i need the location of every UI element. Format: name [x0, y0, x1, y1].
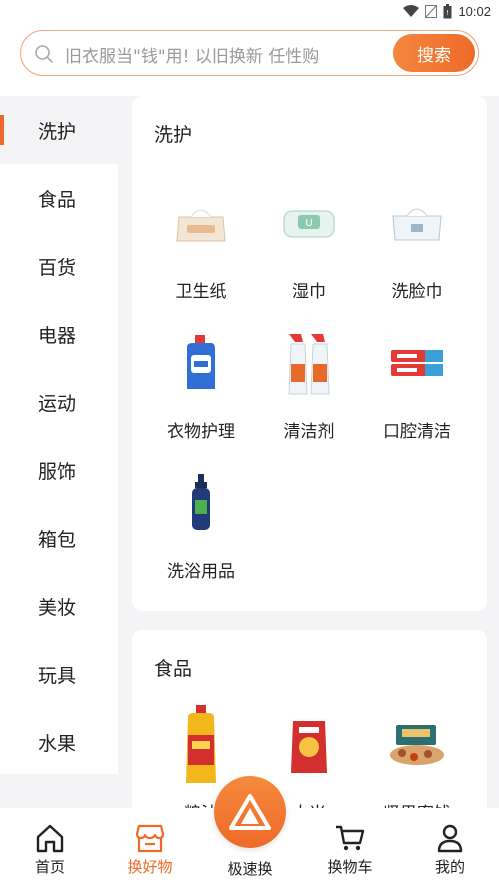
category-label: 洗浴用品: [167, 562, 235, 582]
sidebar-item-washcare[interactable]: 洗护: [0, 96, 118, 164]
sidebar-item-fruit[interactable]: 水果: [0, 708, 118, 776]
search-input[interactable]: 旧衣服当"钱"用! 以旧换新 任性购 搜索: [20, 30, 479, 76]
sidebar-item-label: 服饰: [38, 460, 77, 483]
sidebar-item-general-goods[interactable]: 百货: [0, 232, 118, 300]
tab-label: 我的: [434, 858, 465, 876]
svg-text:U: U: [305, 218, 312, 229]
category-item-laundry-care[interactable]: 衣物护理: [132, 328, 250, 458]
fast-exchange-icon: [229, 794, 271, 830]
category-item-toilet-paper[interactable]: 卫生纸: [132, 188, 250, 318]
svg-text:!: !: [447, 9, 450, 17]
spray-bottle-icon: [279, 328, 339, 398]
signal-icon: [425, 4, 438, 18]
category-sidebar: 洗护 食品 百货 电器 运动 服饰 箱包 美妆 玩具 水果: [0, 96, 118, 774]
cart-icon: [336, 825, 365, 851]
tissue-box-icon: [171, 188, 231, 258]
search-placeholder: 旧衣服当"钱"用! 以旧换新 任性购: [65, 47, 320, 67]
section-card-washcare: 洗护 卫生纸 U 湿巾 洗脸巾 衣物护理 清洁剂 口腔清洁 洗浴用品: [132, 96, 487, 611]
search-header: 旧衣服当"钱"用! 以旧换新 任性购 搜索: [0, 22, 499, 96]
active-indicator: [0, 115, 4, 145]
tab-label: 首页: [34, 858, 65, 876]
category-label: 洗脸巾: [391, 282, 443, 302]
cooking-oil-icon: [171, 705, 231, 783]
sidebar-item-label: 箱包: [38, 528, 77, 551]
toothpaste-icon: [387, 328, 447, 398]
sidebar-item-sports[interactable]: 运动: [0, 368, 118, 436]
category-item-bath-products[interactable]: 洗浴用品: [132, 468, 250, 598]
sidebar-item-label: 玩具: [38, 664, 77, 687]
category-label: 口腔清洁: [383, 422, 451, 442]
tab-label: 极速换: [227, 860, 273, 878]
shampoo-bottle-icon: [171, 468, 231, 538]
sidebar-item-label: 食品: [38, 188, 77, 211]
sidebar-item-appliances[interactable]: 电器: [0, 300, 118, 368]
sidebar-item-label: 美妆: [38, 596, 77, 619]
tab-home[interactable]: 首页: [0, 808, 100, 888]
status-time: 10:02: [458, 3, 491, 19]
search-button[interactable]: 搜索: [393, 34, 475, 72]
profile-icon: [437, 824, 463, 853]
tab-label: 换物车: [327, 858, 373, 876]
section-title: 洗护: [154, 124, 193, 146]
tab-profile[interactable]: 我的: [400, 808, 499, 888]
category-item-oral-care[interactable]: 口腔清洁: [348, 328, 466, 458]
status-icons: ! 10:02: [403, 2, 491, 20]
sidebar-item-label: 水果: [38, 732, 77, 755]
laundry-detergent-icon: [171, 328, 231, 398]
sidebar-item-beauty[interactable]: 美妆: [0, 572, 118, 640]
section-card-food: 食品 粮油 大米 坚果蜜饯: [132, 630, 487, 830]
home-icon: [36, 824, 64, 853]
face-towel-icon: [387, 188, 447, 258]
fast-exchange-button[interactable]: [214, 776, 286, 848]
tab-exchange-goods[interactable]: 换好物: [100, 808, 200, 888]
sidebar-item-apparel[interactable]: 服饰: [0, 436, 118, 504]
search-icon: [35, 45, 53, 63]
sidebar-item-label: 洗护: [38, 120, 77, 143]
status-bar: ! 10:02: [0, 0, 499, 22]
sidebar-item-toys[interactable]: 玩具: [0, 640, 118, 708]
tab-label: 换好物: [127, 858, 173, 876]
sidebar-item-label: 电器: [38, 324, 77, 347]
shop-icon: [135, 824, 165, 853]
section-title: 食品: [154, 658, 193, 680]
tab-cart[interactable]: 换物车: [300, 808, 400, 888]
rice-bag-icon: [279, 710, 339, 780]
sidebar-item-label: 运动: [38, 392, 77, 415]
category-item-wet-wipes[interactable]: U 湿巾: [240, 188, 358, 318]
nut-gift-box-icon: [387, 710, 447, 780]
wifi-icon: [403, 5, 420, 17]
sidebar-item-label: 百货: [38, 256, 77, 279]
sidebar-item-food[interactable]: 食品: [0, 164, 118, 232]
battery-icon: !: [443, 3, 452, 18]
sidebar-item-bags[interactable]: 箱包: [0, 504, 118, 572]
category-item-cleaner[interactable]: 清洁剂: [240, 328, 358, 458]
category-item-face-towel[interactable]: 洗脸巾: [348, 188, 466, 318]
wet-wipes-icon: U: [279, 188, 339, 258]
